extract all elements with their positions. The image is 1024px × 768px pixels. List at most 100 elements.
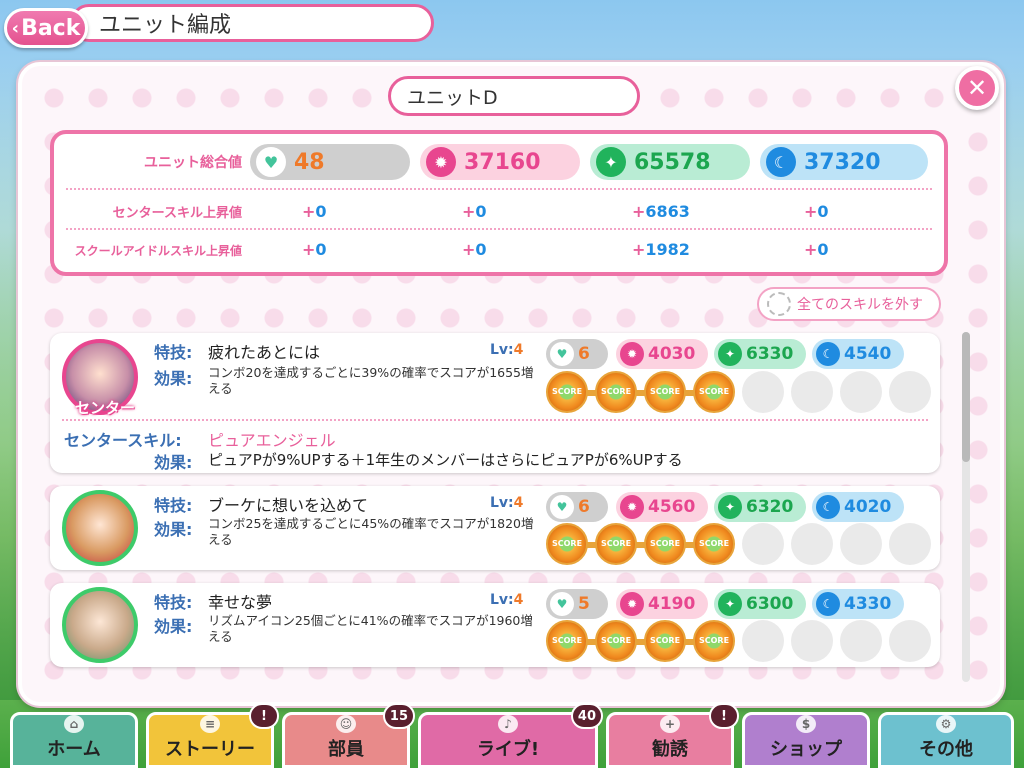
- score-gem-icon[interactable]: SCORE: [595, 371, 637, 413]
- score-gem-icon[interactable]: SCORE: [644, 620, 686, 662]
- score-gem-icon[interactable]: SCORE: [595, 620, 637, 662]
- scrollbar-thumb[interactable]: [962, 332, 970, 462]
- empty-skill-slot[interactable]: [840, 620, 882, 662]
- center-bonus-smile: +0: [462, 202, 487, 221]
- empty-skill-slot[interactable]: [840, 371, 882, 413]
- member-pure-pill: ✦ 6320: [714, 492, 806, 522]
- score-gem-icon[interactable]: SCORE: [644, 371, 686, 413]
- skill-level: Lv:4: [490, 342, 524, 358]
- unit-name-text: ユニットD: [407, 86, 498, 109]
- school-bonus-cool: +0: [804, 240, 829, 259]
- total-heart-pill: ♥ 48: [250, 144, 410, 180]
- nav-label: 勧誘: [652, 739, 688, 760]
- pure-icon: ✦: [718, 342, 742, 366]
- empty-skill-slot[interactable]: [840, 523, 882, 565]
- member-smile-pill: ✹ 4560: [616, 492, 708, 522]
- score-gem-icon[interactable]: SCORE: [546, 371, 588, 413]
- shop-icon: $: [796, 715, 816, 733]
- center-bonus-heart: +0: [302, 202, 327, 221]
- member-smile-pill: ✹ 4030: [616, 339, 708, 369]
- member-avatar[interactable]: [62, 490, 138, 566]
- nav-label: ライブ!: [476, 739, 540, 760]
- heart-icon: ♥: [550, 342, 574, 366]
- skill-level: Lv:4: [490, 495, 524, 511]
- nav-other[interactable]: ⚙ その他: [878, 712, 1014, 768]
- unit-name-field[interactable]: ユニットD: [388, 76, 640, 116]
- notification-badge: !: [249, 703, 279, 729]
- center-tag: センター: [74, 399, 135, 417]
- center-skill-name: ピュアエンジェル: [208, 431, 336, 450]
- heart-icon: ♥: [550, 592, 574, 616]
- cool-icon: ☾: [816, 342, 840, 366]
- skill-level: Lv:4: [490, 592, 524, 608]
- member-cool-pill: ☾ 4330: [812, 589, 904, 619]
- empty-skill-slot[interactable]: [791, 523, 833, 565]
- member-card[interactable]: センター 特技: 疲れたあとには Lv:4 効果: コンボ20を達成するごとに3…: [50, 333, 940, 473]
- school-bonus-label: スクールアイドルスキル上昇値: [74, 244, 242, 258]
- score-gem-icon[interactable]: SCORE: [644, 523, 686, 565]
- nav-label: 部員: [328, 739, 364, 760]
- skill-name: 疲れたあとには: [208, 343, 321, 362]
- pure-icon: ✦: [718, 495, 742, 519]
- nav-label: ショップ: [770, 739, 842, 760]
- total-cool-pill: ☾ 37320: [760, 144, 928, 180]
- score-gem-icon[interactable]: SCORE: [546, 620, 588, 662]
- smile-icon: ✹: [426, 147, 456, 177]
- member-card[interactable]: 特技: 幸せな夢 Lv:4 効果: リズムアイコン25個ごとに41%の確率でスコ…: [50, 583, 940, 667]
- nav-home[interactable]: ⌂ ホーム: [10, 712, 138, 768]
- member-heart-pill: ♥ 6: [546, 492, 608, 522]
- member-smile-pill: ✹ 4190: [616, 589, 708, 619]
- score-gem-icon[interactable]: SCORE: [693, 523, 735, 565]
- empty-skill-slot[interactable]: [742, 620, 784, 662]
- skill-label: 特技:: [154, 343, 193, 362]
- empty-skill-slot[interactable]: [742, 523, 784, 565]
- scout-icon: +: [660, 715, 680, 733]
- skill-effect: コンボ20を達成するごとに39%の確率でスコアが1655増える: [208, 365, 534, 396]
- notification-badge: !: [709, 703, 739, 729]
- center-bonus-cool: +0: [804, 202, 829, 221]
- skill-effect: コンボ25を達成するごとに45%の確率でスコアが1820増える: [208, 516, 534, 547]
- nav-live[interactable]: ♪ ライブ! 40: [418, 703, 603, 768]
- empty-skill-slot[interactable]: [889, 620, 931, 662]
- effect-label: 効果:: [154, 617, 193, 636]
- score-gem-icon[interactable]: SCORE: [546, 523, 588, 565]
- back-button[interactable]: ‹ Back: [4, 8, 88, 48]
- live-icon: ♪: [498, 715, 518, 733]
- nav-shop[interactable]: $ ショップ: [742, 712, 870, 768]
- score-gem-icon[interactable]: SCORE: [595, 523, 637, 565]
- school-bonus-pure: +1982: [632, 240, 690, 259]
- cool-icon: ☾: [816, 495, 840, 519]
- empty-skill-slot[interactable]: [889, 371, 931, 413]
- remove-all-skills-button[interactable]: 全てのスキルを外す: [757, 287, 941, 321]
- remove-skills-label: 全てのスキルを外す: [797, 297, 923, 313]
- page-title-text: ユニット編成: [99, 13, 232, 38]
- member-heart-pill: ♥ 6: [546, 339, 608, 369]
- home-icon: ⌂: [64, 715, 84, 733]
- center-effect-label: 効果:: [154, 453, 193, 472]
- nav-story[interactable]: ≡ ストーリー !: [146, 703, 279, 768]
- member-card[interactable]: 特技: ブーケに想いを込めて Lv:4 効果: コンボ25を達成するごとに45%…: [50, 486, 940, 570]
- close-button[interactable]: ✕: [955, 66, 999, 110]
- nav-label: その他: [919, 739, 973, 760]
- member-cool-pill: ☾ 4020: [812, 492, 904, 522]
- cool-icon: ☾: [766, 147, 796, 177]
- total-heart: 48: [294, 149, 325, 175]
- effect-label: 効果:: [154, 520, 193, 539]
- center-skill-effect: ピュアPが9%UPする＋1年生のメンバーはさらにピュアPが6%UPする: [208, 451, 683, 469]
- empty-skill-slot[interactable]: [889, 523, 931, 565]
- school-bonus-smile: +0: [462, 240, 487, 259]
- pure-icon: ✦: [596, 147, 626, 177]
- nav-members[interactable]: ☺ 部員 15: [282, 703, 415, 768]
- nav-scout[interactable]: + 勧誘 !: [606, 703, 739, 768]
- close-icon: ✕: [966, 74, 988, 102]
- empty-skill-slot[interactable]: [742, 371, 784, 413]
- score-gem-icon[interactable]: SCORE: [693, 371, 735, 413]
- member-avatar[interactable]: [62, 587, 138, 663]
- empty-skill-slot[interactable]: [791, 371, 833, 413]
- total-label: ユニット総合値: [144, 155, 242, 171]
- skill-effect: リズムアイコン25個ごとに41%の確率でスコアが1960増える: [208, 613, 533, 644]
- empty-skill-slot[interactable]: [791, 620, 833, 662]
- divider: [66, 188, 932, 190]
- score-gem-icon[interactable]: SCORE: [693, 620, 735, 662]
- center-bonus-pure: +6863: [632, 202, 690, 221]
